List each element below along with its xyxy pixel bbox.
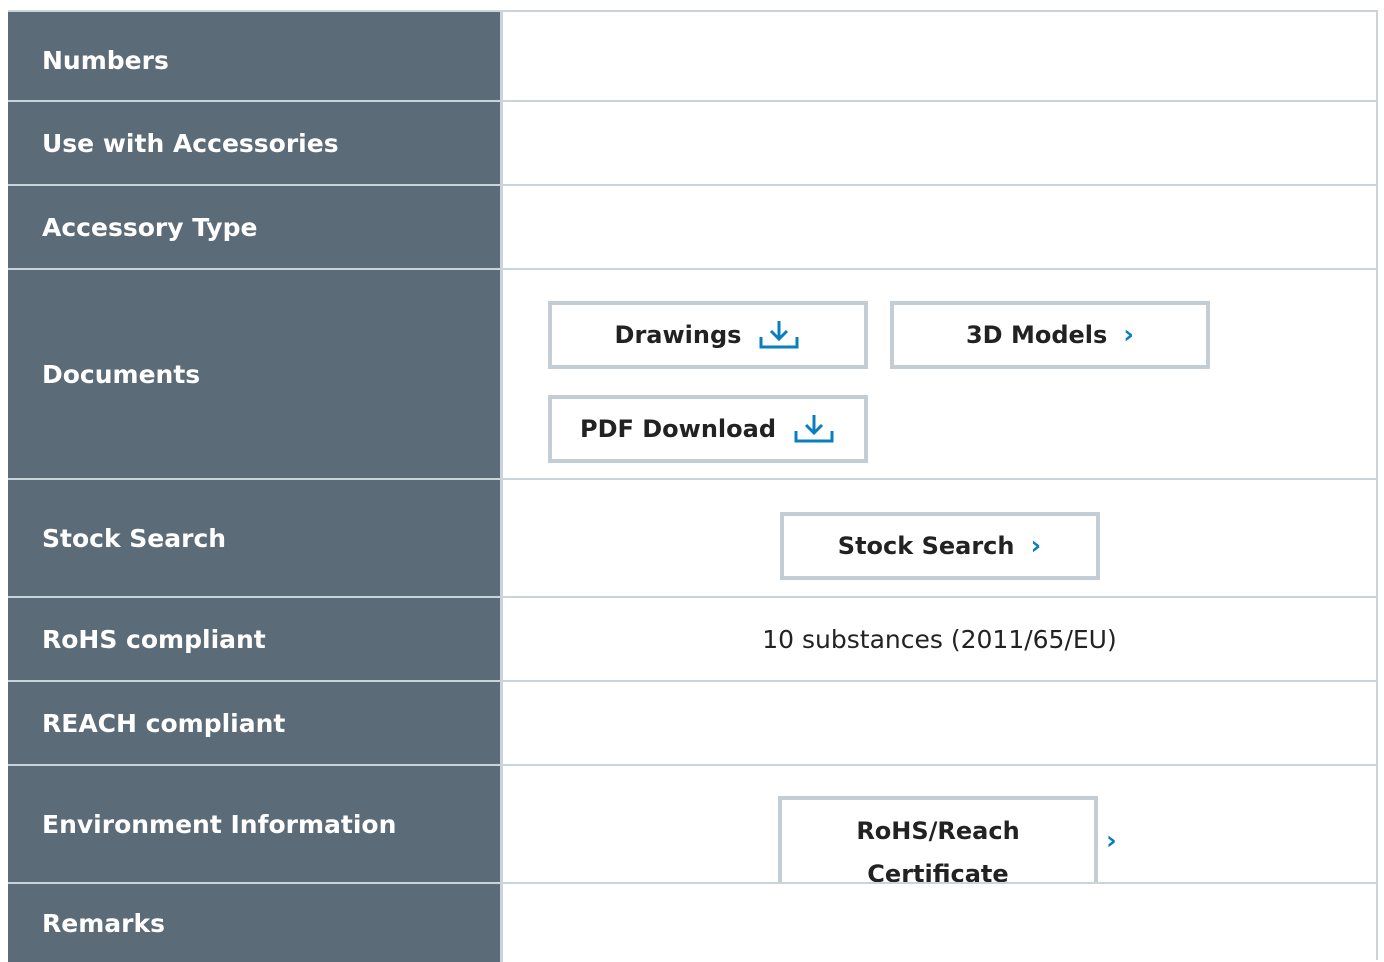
chevron-right-icon: › [1123, 320, 1135, 350]
chevron-right-icon: › [1030, 531, 1042, 561]
download-icon [757, 319, 801, 351]
row-label: Numbers [8, 12, 503, 100]
drawings-button[interactable]: Drawings [548, 301, 868, 369]
row-label: Accessory Type [8, 186, 503, 268]
certificate-label-line1: RoHS/Reach [856, 817, 1020, 845]
row-label: Remarks [8, 884, 503, 962]
row-label: REACH compliant [8, 682, 503, 764]
certificate-label-line2: Certificate [867, 860, 1009, 882]
download-icon [792, 413, 836, 445]
row-value [503, 12, 1376, 100]
row-remarks: Remarks [8, 884, 1376, 962]
row-value [503, 186, 1376, 268]
stock-search-button[interactable]: Stock Search › [779, 512, 1100, 580]
pdf-download-button[interactable]: PDF Download [548, 395, 868, 463]
drawings-label: Drawings [614, 321, 742, 349]
chevron-right-icon: › [1106, 826, 1117, 856]
3d-models-button[interactable]: 3D Models › [890, 301, 1210, 369]
row-value: Stock Search › [503, 480, 1376, 596]
row-reach-compliant: REACH compliant [8, 682, 1376, 766]
row-value [503, 884, 1376, 962]
row-value [503, 102, 1376, 184]
row-label: Stock Search [8, 480, 503, 596]
row-application-numbers: Numbers [8, 12, 1376, 102]
row-stock-search: Stock Search Stock Search › [8, 480, 1376, 598]
row-documents: Documents Drawings 3D Models › PDF Downl… [8, 270, 1376, 480]
rohs-reach-certificate-button[interactable]: RoHS/Reach Certificate [778, 796, 1098, 882]
row-value: RoHS/Reach Certificate › [503, 766, 1376, 882]
row-environment-information: Environment Information RoHS/Reach Certi… [8, 766, 1376, 884]
row-label: Environment Information [8, 766, 503, 882]
row-rohs-compliant: RoHS compliant 10 substances (2011/65/EU… [8, 598, 1376, 682]
row-label: Documents [8, 270, 503, 478]
3d-models-label: 3D Models [965, 321, 1108, 349]
row-label: Use with Accessories [8, 102, 503, 184]
row-use-with-accessories: Use with Accessories [8, 102, 1376, 186]
row-accessory-type: Accessory Type [8, 186, 1376, 270]
pdf-download-label: PDF Download [579, 415, 777, 443]
spec-table: Numbers Use with Accessories Accessory T… [8, 10, 1378, 962]
row-value [503, 682, 1376, 764]
rohs-value: 10 substances (2011/65/EU) [762, 624, 1117, 654]
row-value: Drawings 3D Models › PDF Download [503, 270, 1376, 478]
row-label: RoHS compliant [8, 598, 503, 680]
stock-search-label: Stock Search [837, 532, 1015, 560]
